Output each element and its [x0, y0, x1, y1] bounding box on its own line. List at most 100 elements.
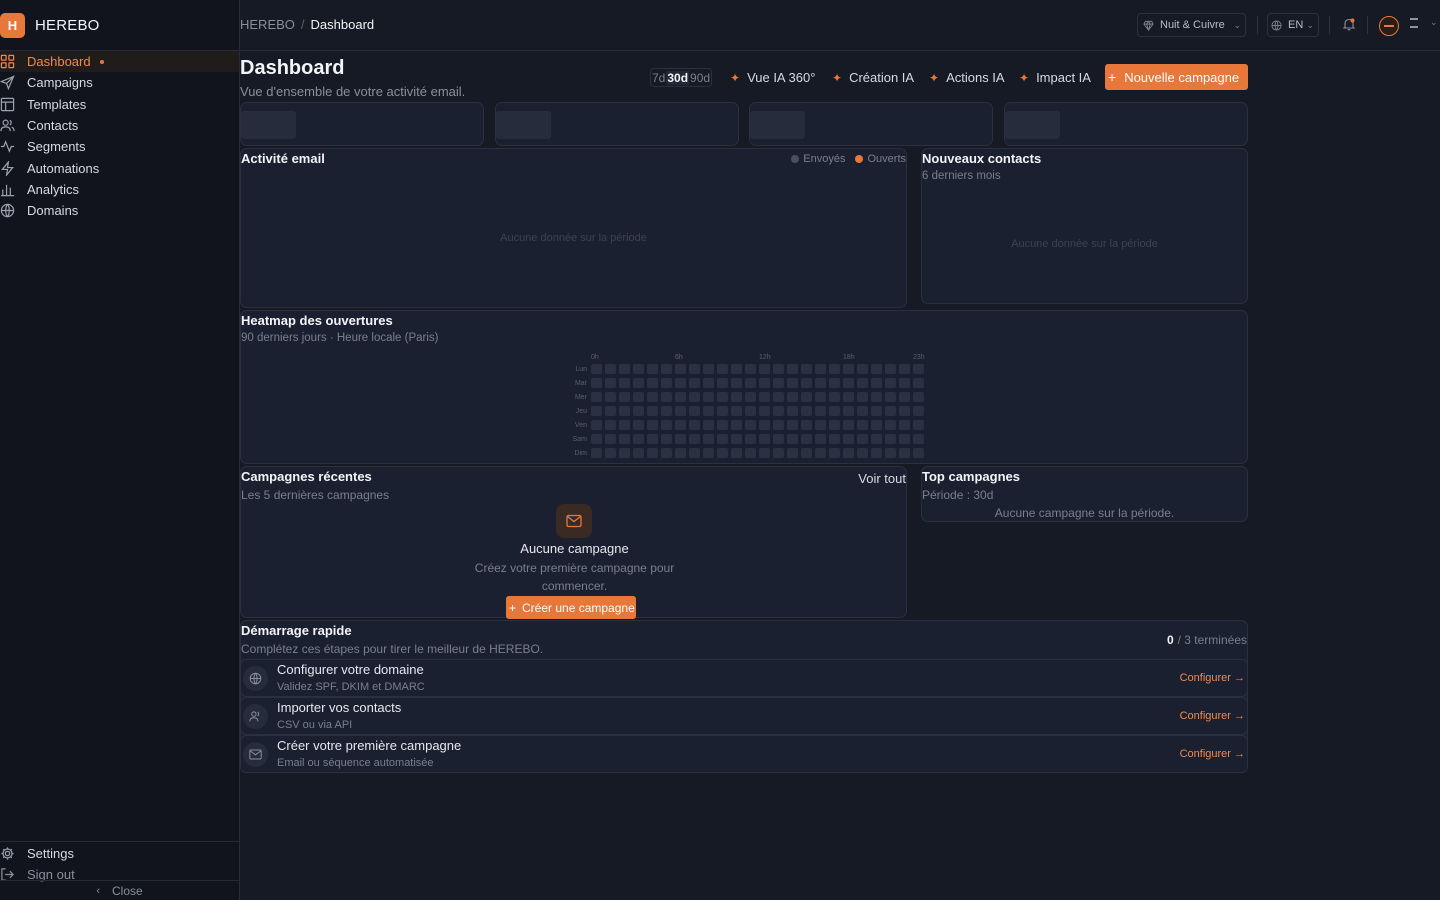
heatmap-cell[interactable]: [801, 448, 812, 458]
sidebar-item-contacts[interactable]: Contacts: [0, 115, 239, 136]
quick-start-step[interactable]: Importer vos contacts CSV ou via API Con…: [240, 697, 1248, 735]
ai-impact-button[interactable]: ✦ Impact IA: [1019, 68, 1091, 87]
heatmap-cell[interactable]: [745, 420, 756, 430]
heatmap-cell[interactable]: [857, 420, 868, 430]
heatmap-cell[interactable]: [717, 378, 728, 388]
heatmap-cell[interactable]: [913, 392, 924, 402]
heatmap-cell[interactable]: [857, 434, 868, 444]
heatmap-cell[interactable]: [899, 392, 910, 402]
heatmap-cell[interactable]: [633, 420, 644, 430]
heatmap-cell[interactable]: [815, 378, 826, 388]
heatmap-cell[interactable]: [815, 364, 826, 374]
heatmap-cell[interactable]: [717, 406, 728, 416]
heatmap-cell[interactable]: [829, 420, 840, 430]
heatmap-cell[interactable]: [731, 434, 742, 444]
heatmap-cell[interactable]: [675, 434, 686, 444]
heatmap-cell[interactable]: [759, 448, 770, 458]
heatmap-cell[interactable]: [871, 420, 882, 430]
configure-link[interactable]: Configurer →: [1180, 748, 1245, 760]
heatmap-cell[interactable]: [689, 434, 700, 444]
sidebar-item-templates[interactable]: Templates: [0, 94, 239, 115]
heatmap-cell[interactable]: [899, 448, 910, 458]
heatmap-cell[interactable]: [829, 392, 840, 402]
heatmap-cell[interactable]: [605, 364, 616, 374]
heatmap-cell[interactable]: [885, 392, 896, 402]
heatmap-cell[interactable]: [885, 378, 896, 388]
heatmap-cell[interactable]: [647, 434, 658, 444]
create-campaign-button[interactable]: + Créer une campagne: [506, 596, 636, 619]
heatmap-cell[interactable]: [619, 378, 630, 388]
ai-vue-360-button[interactable]: ✦ Vue IA 360°: [730, 68, 815, 87]
brand[interactable]: H HEREBO: [0, 12, 100, 38]
bell-icon[interactable]: [1342, 17, 1356, 31]
heatmap-cell[interactable]: [787, 378, 798, 388]
range-90d[interactable]: 90d: [689, 71, 711, 85]
heatmap-cell[interactable]: [619, 448, 630, 458]
heatmap-cell[interactable]: [689, 378, 700, 388]
heatmap-cell[interactable]: [647, 448, 658, 458]
heatmap-cell[interactable]: [675, 364, 686, 374]
heatmap-cell[interactable]: [661, 420, 672, 430]
heatmap-cell[interactable]: [773, 420, 784, 430]
heatmap-cell[interactable]: [815, 448, 826, 458]
heatmap-cell[interactable]: [913, 378, 924, 388]
heatmap-cell[interactable]: [605, 434, 616, 444]
heatmap-cell[interactable]: [731, 378, 742, 388]
avatar[interactable]: [1379, 16, 1399, 36]
heatmap-cell[interactable]: [759, 364, 770, 374]
heatmap-cell[interactable]: [787, 448, 798, 458]
heatmap-cell[interactable]: [815, 420, 826, 430]
ai-actions-button[interactable]: ✦ Actions IA: [929, 68, 1005, 87]
quick-start-step[interactable]: Configurer votre domaine Validez SPF, DK…: [240, 659, 1248, 697]
heatmap-cell[interactable]: [899, 420, 910, 430]
range-7d[interactable]: 7d: [651, 71, 666, 85]
heatmap-cell[interactable]: [647, 406, 658, 416]
heatmap-cell[interactable]: [857, 364, 868, 374]
heatmap-cell[interactable]: [661, 434, 672, 444]
heatmap-cell[interactable]: [871, 434, 882, 444]
theme-select[interactable]: Nuit & Cuivre ⌄: [1137, 13, 1246, 37]
sidebar-item-campaigns[interactable]: Campaigns: [0, 72, 239, 93]
heatmap-cell[interactable]: [857, 392, 868, 402]
heatmap-cell[interactable]: [689, 364, 700, 374]
heatmap-cell[interactable]: [703, 364, 714, 374]
heatmap-cell[interactable]: [619, 434, 630, 444]
heatmap-cell[interactable]: [885, 364, 896, 374]
heatmap-cell[interactable]: [591, 420, 602, 430]
heatmap-cell[interactable]: [787, 406, 798, 416]
heatmap-cell[interactable]: [675, 392, 686, 402]
sidebar-item-domains[interactable]: Domains: [0, 200, 239, 221]
heatmap-cell[interactable]: [773, 434, 784, 444]
heatmap-cell[interactable]: [745, 434, 756, 444]
heatmap-cell[interactable]: [843, 364, 854, 374]
heatmap-cell[interactable]: [899, 378, 910, 388]
heatmap-cell[interactable]: [773, 392, 784, 402]
heatmap-cell[interactable]: [773, 406, 784, 416]
heatmap-cell[interactable]: [843, 434, 854, 444]
chevron-down-icon[interactable]: ⌄: [1430, 17, 1438, 28]
heatmap-cell[interactable]: [633, 434, 644, 444]
heatmap-cell[interactable]: [829, 434, 840, 444]
heatmap-cell[interactable]: [843, 378, 854, 388]
heatmap-cell[interactable]: [647, 420, 658, 430]
heatmap-cell[interactable]: [745, 448, 756, 458]
heatmap-cell[interactable]: [675, 420, 686, 430]
heatmap-cell[interactable]: [885, 420, 896, 430]
quick-start-step[interactable]: Créer votre première campagne Email ou s…: [240, 735, 1248, 773]
heatmap-cell[interactable]: [815, 406, 826, 416]
heatmap-cell[interactable]: [885, 434, 896, 444]
heatmap-cell[interactable]: [703, 392, 714, 402]
breadcrumb-root[interactable]: HEREBO: [240, 17, 295, 32]
range-30d[interactable]: 30d: [666, 70, 690, 85]
heatmap-cell[interactable]: [829, 406, 840, 416]
heatmap-cell[interactable]: [703, 378, 714, 388]
ai-creation-button[interactable]: ✦ Création IA: [832, 68, 914, 87]
heatmap-cell[interactable]: [703, 406, 714, 416]
heatmap-cell[interactable]: [661, 392, 672, 402]
heatmap-cell[interactable]: [661, 364, 672, 374]
heatmap-cell[interactable]: [759, 378, 770, 388]
heatmap-cell[interactable]: [899, 434, 910, 444]
heatmap-cell[interactable]: [633, 406, 644, 416]
heatmap-cell[interactable]: [857, 406, 868, 416]
heatmap-cell[interactable]: [591, 406, 602, 416]
